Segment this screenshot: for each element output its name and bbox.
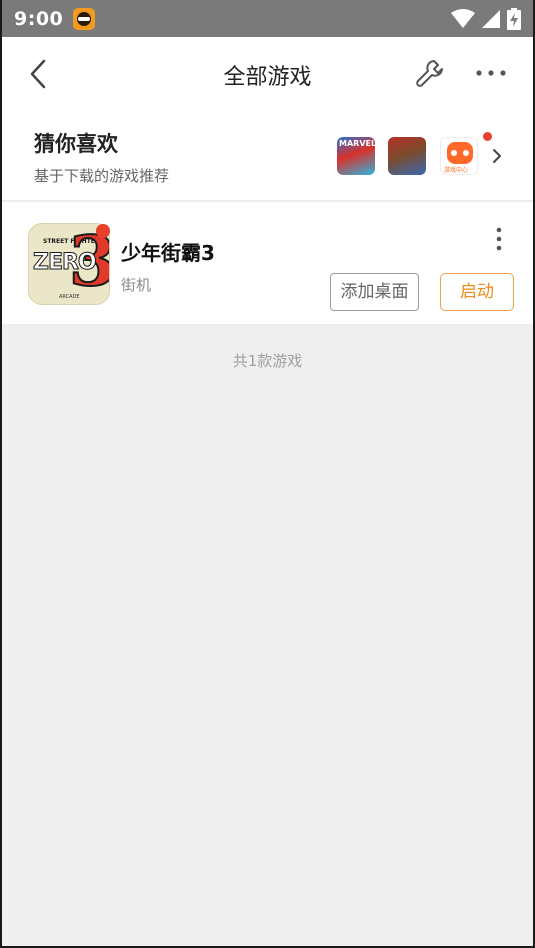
status-bar: 9:00	[0, 0, 535, 37]
page-title: 全部游戏	[223, 65, 312, 90]
battery-charging-icon	[507, 7, 521, 30]
app-header: 全部游戏	[0, 37, 535, 111]
wifi-icon	[451, 8, 475, 28]
new-badge-dot	[96, 224, 110, 238]
wrench-icon[interactable]	[414, 57, 446, 89]
more-horizontal-icon[interactable]	[474, 61, 508, 85]
status-icons	[451, 7, 521, 30]
game-category: 街机	[121, 276, 152, 294]
notification-dot	[483, 132, 492, 141]
fighter-game-thumb[interactable]	[388, 137, 426, 175]
game-center-thumb[interactable]: 游戏中心	[440, 137, 478, 175]
recommend-title: 猜你喜欢	[34, 132, 118, 156]
game-center-icon	[73, 7, 96, 30]
launch-button[interactable]: 启动	[440, 273, 514, 311]
game-count: 共1款游戏	[232, 352, 303, 370]
recommend-section[interactable]: 猜你喜欢 基于下载的游戏推荐 MARVEL 游戏中心	[0, 111, 535, 201]
signal-icon	[482, 9, 500, 28]
add-to-desktop-button[interactable]: 添加桌面	[330, 273, 419, 311]
game-name: 少年街霸3	[121, 241, 215, 265]
recommend-subtitle: 基于下载的游戏推荐	[34, 167, 170, 185]
status-time: 9:00	[14, 7, 64, 30]
more-vertical-icon[interactable]	[489, 226, 509, 252]
chevron-right-icon[interactable]	[490, 147, 504, 165]
marvel-game-thumb[interactable]: MARVEL	[337, 137, 375, 175]
game-card[interactable]: STREET FIGHTER 3 ZERO ARCADE 少年街霸3 街机 添加…	[0, 202, 535, 324]
